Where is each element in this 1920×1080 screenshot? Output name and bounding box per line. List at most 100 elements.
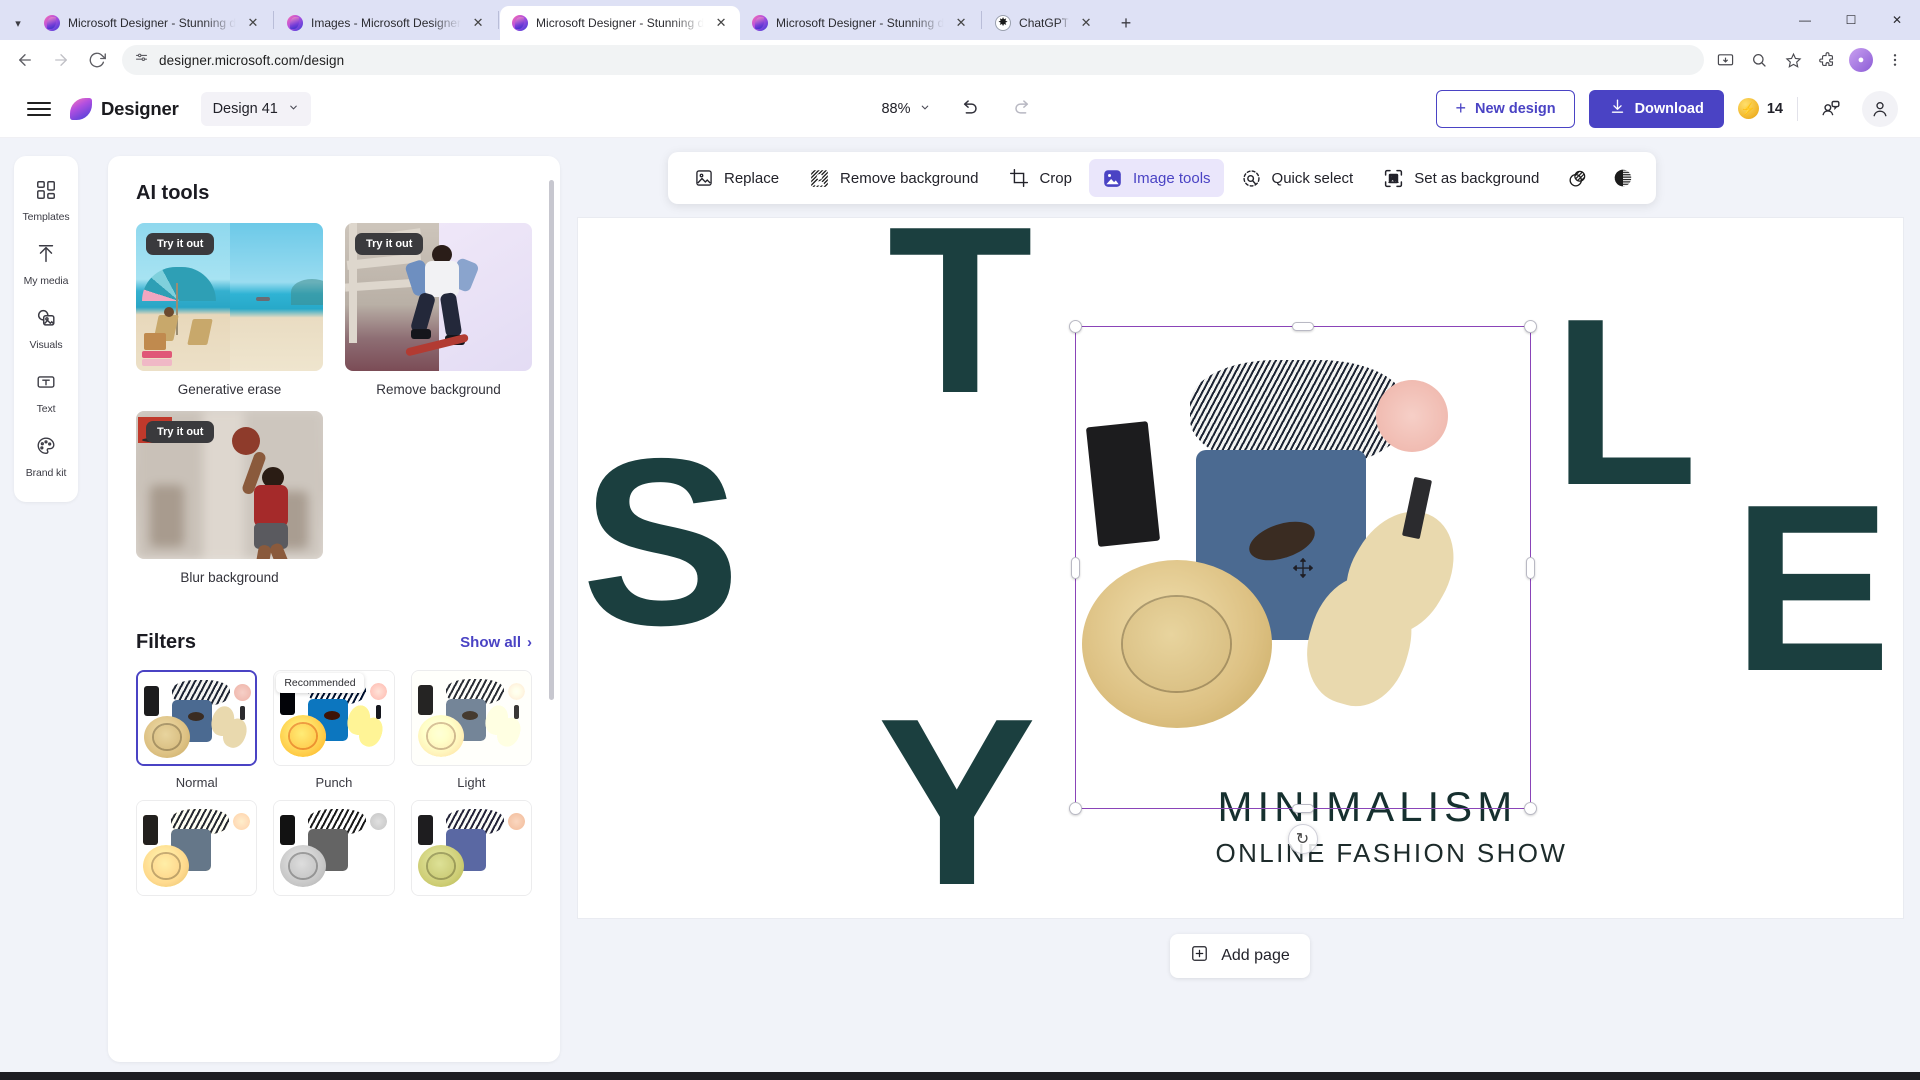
- minimize-icon[interactable]: —: [1782, 0, 1828, 40]
- download-label: Download: [1634, 100, 1704, 117]
- sidebar-label: Templates: [22, 211, 70, 223]
- design-letter-l[interactable]: L: [1553, 284, 1698, 522]
- toolbar-image-tools-button[interactable]: Image tools: [1088, 159, 1224, 197]
- design-subheadline[interactable]: ONLINE FASHION SHOW: [1216, 838, 1568, 869]
- filter-option-punch[interactable]: Recommended Punch: [273, 670, 395, 790]
- account-button[interactable]: [1862, 90, 1898, 127]
- close-icon[interactable]: ✕: [469, 14, 487, 32]
- share-button[interactable]: [1812, 91, 1848, 127]
- filter-option-4[interactable]: [136, 800, 258, 905]
- more-menu-icon[interactable]: [1880, 45, 1910, 75]
- browser-tab-1[interactable]: Microsoft Designer - Stunning d ✕: [32, 6, 272, 40]
- design-letter-e[interactable]: E: [1733, 470, 1892, 708]
- new-design-button[interactable]: + New design: [1436, 89, 1575, 128]
- resize-handle-bottom-left[interactable]: [1068, 802, 1082, 815]
- avatar: ●: [1849, 48, 1873, 72]
- resize-handle-middle-right[interactable]: [1525, 556, 1535, 579]
- filters-heading: Filters: [136, 631, 197, 653]
- download-button[interactable]: Download: [1588, 89, 1724, 128]
- back-icon[interactable]: [10, 45, 40, 75]
- sidebar-item-templates[interactable]: Templates: [15, 170, 77, 230]
- sidebar-item-my-media[interactable]: My media: [15, 234, 77, 294]
- filter-option-light[interactable]: Light: [410, 670, 532, 790]
- tab-title: Microsoft Designer - Stunning d: [68, 16, 236, 30]
- extensions-icon[interactable]: [1812, 45, 1842, 75]
- toolbar-label: Image tools: [1132, 169, 1211, 187]
- templates-icon: [35, 179, 57, 206]
- ai-tool-card-generative-erase[interactable]: Try it out Generative erase: [136, 223, 323, 397]
- undo-icon[interactable]: [953, 93, 985, 125]
- design-letter-t[interactable]: T: [888, 218, 1033, 429]
- browser-tab-3-active[interactable]: Microsoft Designer - Stunning d ✕: [500, 6, 741, 40]
- resize-handle-top-right[interactable]: [1523, 320, 1537, 333]
- resize-handle-top-middle[interactable]: [1291, 322, 1314, 331]
- add-page-button[interactable]: Add page: [1170, 934, 1310, 978]
- zoom-icon[interactable]: [1744, 45, 1774, 75]
- filter-thumbnail: [410, 670, 532, 766]
- close-icon[interactable]: ✕: [712, 14, 730, 32]
- new-tab-button[interactable]: +: [1111, 8, 1141, 38]
- resize-handle-middle-left[interactable]: [1070, 556, 1080, 579]
- bookmark-star-icon[interactable]: [1778, 45, 1808, 75]
- close-window-icon[interactable]: ✕: [1874, 0, 1920, 40]
- filter-option-5[interactable]: [273, 800, 395, 905]
- browser-toolbar-actions: ●: [1710, 45, 1910, 75]
- designer-favicon: [44, 15, 60, 31]
- address-bar[interactable]: designer.microsoft.com/design: [122, 45, 1704, 75]
- close-icon[interactable]: ✕: [1077, 14, 1095, 32]
- upload-arrow-icon: [35, 243, 57, 270]
- credit-coin-icon: ⚡: [1737, 98, 1759, 119]
- design-letter-s[interactable]: S: [582, 424, 741, 662]
- resize-handle-top-left[interactable]: [1068, 320, 1082, 333]
- close-icon[interactable]: ✕: [952, 14, 970, 32]
- layers-transparency-icon[interactable]: [1556, 159, 1598, 197]
- toolbar-replace-button[interactable]: Replace: [680, 159, 792, 197]
- resize-handle-bottom-middle[interactable]: [1291, 804, 1314, 813]
- install-app-icon[interactable]: [1710, 45, 1740, 75]
- maximize-icon[interactable]: ☐: [1828, 0, 1874, 40]
- show-all-filters-link[interactable]: Show all ›: [460, 634, 532, 651]
- sidebar-item-text[interactable]: Text: [15, 362, 77, 422]
- toolbar-crop-button[interactable]: Crop: [995, 159, 1085, 197]
- designer-brand[interactable]: Designer: [70, 97, 179, 120]
- credits-count: 14: [1766, 100, 1783, 117]
- sidebar-item-visuals[interactable]: Visuals: [15, 298, 77, 358]
- sidebar-label: Visuals: [29, 339, 63, 351]
- filter-option-6[interactable]: [410, 800, 532, 905]
- ai-tool-card-remove-background[interactable]: Try it out Remove background: [345, 223, 532, 397]
- toolbar-quick-select-button[interactable]: Quick select: [1228, 159, 1367, 197]
- design-letter-y[interactable]: Y: [878, 684, 1037, 918]
- sidebar-item-brand-kit[interactable]: Brand kit: [15, 426, 77, 486]
- rotate-handle[interactable]: ↻: [1287, 824, 1318, 854]
- close-icon[interactable]: ✕: [244, 14, 262, 32]
- browser-tab-5[interactable]: ChatGPT ✕: [983, 6, 1105, 40]
- profile-avatar[interactable]: ●: [1846, 45, 1876, 75]
- flatlay-art: [411, 801, 531, 895]
- contrast-circle-icon[interactable]: [1602, 159, 1644, 197]
- header-center-controls: 88%: [881, 93, 1038, 125]
- left-panel: AI tools Try it out Generative erase Try…: [108, 156, 560, 1062]
- design-name-dropdown[interactable]: Design 41: [200, 91, 311, 126]
- credits-indicator[interactable]: ⚡ 14: [1737, 98, 1783, 119]
- resize-handle-bottom-right[interactable]: [1523, 802, 1537, 815]
- sidebar-label: Brand kit: [25, 467, 67, 479]
- site-settings-icon[interactable]: [134, 51, 149, 69]
- palette-icon: [35, 435, 57, 462]
- forward-icon[interactable]: [46, 45, 76, 75]
- toolbar-set-as-background-button[interactable]: Set as background: [1370, 159, 1552, 197]
- ai-tool-card-blur-background[interactable]: Try it out Blur background: [136, 411, 323, 585]
- designer-logo-icon: [70, 97, 92, 120]
- reload-icon[interactable]: [82, 45, 112, 75]
- toolbar-label: Quick select: [1271, 169, 1354, 187]
- tab-search-chevron-icon[interactable]: ▾: [4, 6, 32, 40]
- flatlay-art: [411, 671, 531, 765]
- toolbar-remove-background-button[interactable]: Remove background: [796, 159, 991, 197]
- zoom-control[interactable]: 88%: [881, 101, 930, 117]
- panel-scrollbar[interactable]: [549, 180, 554, 700]
- hamburger-menu-icon[interactable]: [22, 92, 56, 126]
- design-page[interactable]: S T Y L E MINIMALISM ONLINE FASHION SHOW…: [577, 218, 1903, 918]
- browser-tab-4[interactable]: Microsoft Designer - Stunning d ✕: [740, 6, 980, 40]
- browser-tab-2[interactable]: Images - Microsoft Designer ✕: [275, 6, 497, 40]
- filter-option-normal[interactable]: Normal: [136, 670, 258, 790]
- redo-icon[interactable]: [1007, 93, 1039, 125]
